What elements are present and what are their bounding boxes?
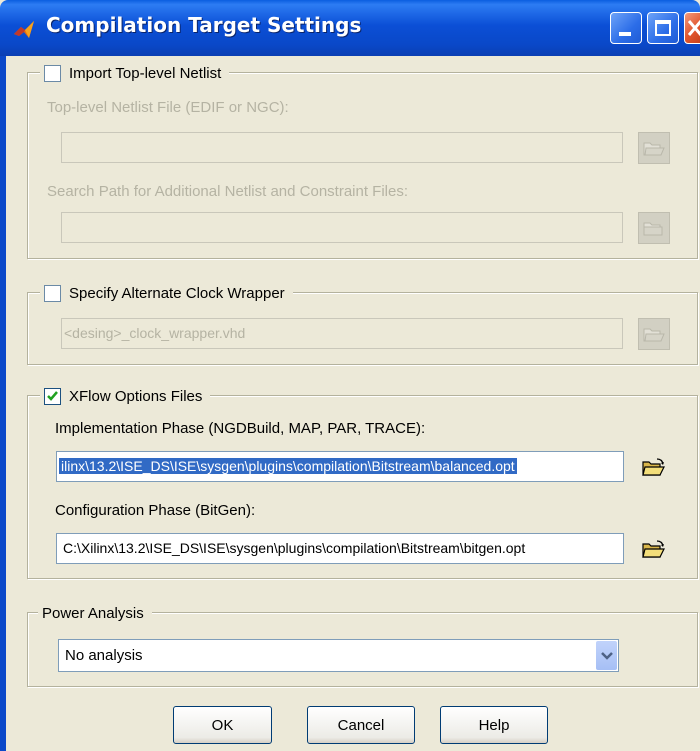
close-button[interactable] [684,12,700,44]
config-phase-label: Configuration Phase (BitGen): [55,502,256,519]
clock-wrapper-label: Specify Alternate Clock Wrapper [69,284,285,302]
netlist-file-field[interactable] [61,132,623,163]
search-path-field[interactable] [61,212,623,243]
clock-wrapper-checkbox[interactable] [44,284,61,302]
power-analysis-dropdown[interactable]: No analysis [58,639,619,672]
netlist-browse-button[interactable] [638,132,670,164]
title-bar: Compilation Target Settings [0,0,700,56]
power-analysis-value: No analysis [65,647,143,664]
netlist-file-label: Top-level Netlist File (EDIF or NGC): [47,99,289,116]
close-icon [687,20,700,36]
cancel-button[interactable]: Cancel [307,706,415,744]
open-folder-icon [642,458,665,476]
open-folder-icon [643,328,665,342]
minimize-button[interactable] [610,12,642,44]
impl-phase-field[interactable]: ilinx\13.2\ISE_DS\ISE\sysgen\plugins\com… [56,451,624,482]
help-button[interactable]: Help [440,706,548,744]
matlab-icon [14,21,34,38]
chevron-down-icon [600,651,613,660]
xflow-label: XFlow Options Files [69,387,203,405]
config-phase-browse-button[interactable] [638,533,670,565]
window-title: Compilation Target Settings [46,13,362,37]
minimize-icon [619,32,631,36]
maximize-button[interactable] [647,12,679,44]
xflow-checkbox[interactable] [44,387,61,405]
impl-phase-browse-button[interactable] [638,451,670,483]
config-phase-field[interactable]: C:\Xilinx\13.2\ISE_DS\ISE\sysgen\plugins… [56,533,624,564]
open-folder-icon [643,222,663,236]
maximize-icon [655,20,671,36]
impl-phase-label: Implementation Phase (NGDBuild, MAP, PAR… [55,420,426,437]
import-netlist-label: Import Top-level Netlist [69,64,222,82]
import-netlist-checkbox[interactable] [44,64,61,82]
clock-wrapper-field[interactable]: <desing>_clock_wrapper.vhd [61,318,623,349]
ok-button[interactable]: OK [173,706,272,744]
dropdown-arrow[interactable] [596,641,617,670]
open-folder-icon [643,142,665,156]
clock-wrapper-browse-button[interactable] [638,318,670,350]
impl-phase-value: ilinx\13.2\ISE_DS\ISE\sysgen\plugins\com… [59,458,517,474]
search-path-browse-button[interactable] [638,212,670,244]
search-path-label: Search Path for Additional Netlist and C… [47,183,409,200]
power-analysis-label: Power Analysis [42,604,144,622]
open-folder-icon [642,540,665,558]
checkmark-icon [47,390,58,401]
